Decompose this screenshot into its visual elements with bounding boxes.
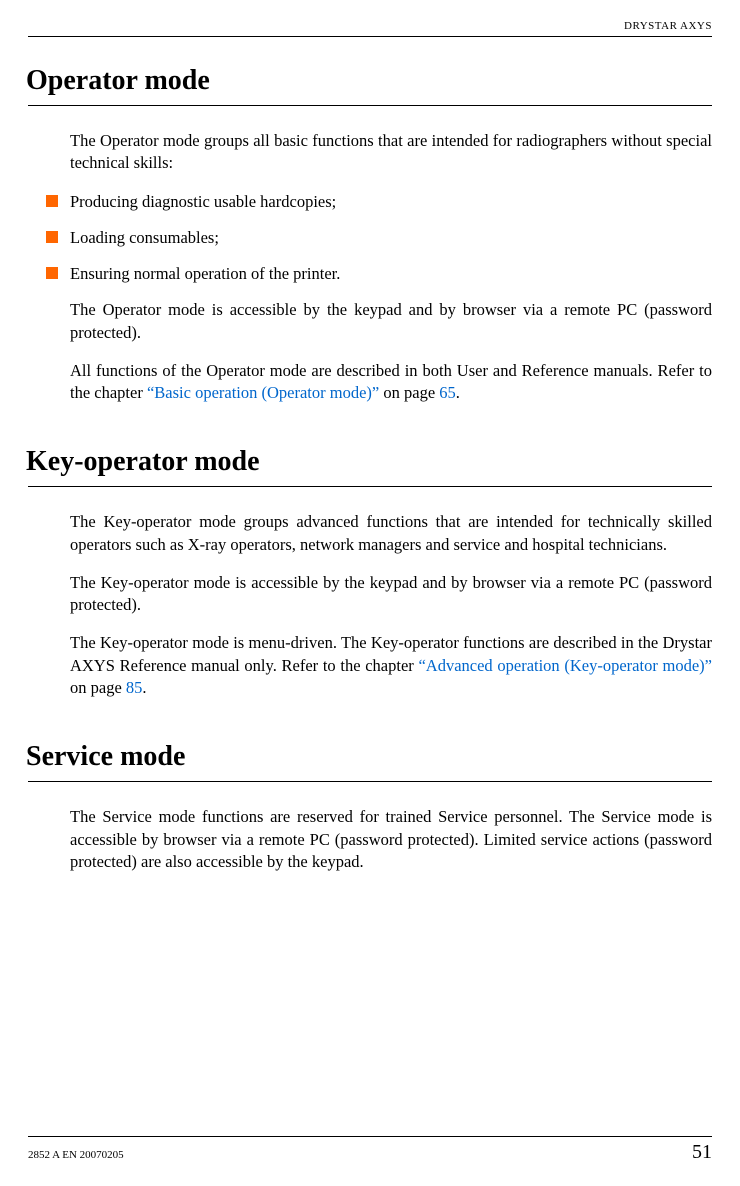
paragraph: The Operator mode is accessible by the k… bbox=[70, 299, 712, 344]
paragraph: The Key-operator mode is accessible by t… bbox=[70, 572, 712, 617]
footer-rule bbox=[28, 1136, 712, 1137]
section-title-operator-mode: Operator mode bbox=[26, 65, 712, 97]
page-number: 51 bbox=[692, 1141, 712, 1164]
list-item: Producing diagnostic usable hardcopies; bbox=[28, 191, 712, 213]
section-title-key-operator-mode: Key-operator mode bbox=[26, 446, 712, 478]
section-rule bbox=[28, 781, 712, 782]
paragraph: The Key-operator mode groups advanced fu… bbox=[70, 511, 712, 556]
paragraph: The Operator mode groups all basic funct… bbox=[70, 130, 712, 175]
xref-page-link[interactable]: 65 bbox=[439, 383, 456, 402]
section-rule bbox=[28, 105, 712, 106]
paragraph: All functions of the Operator mode are d… bbox=[70, 360, 712, 405]
list-item: Loading consumables; bbox=[28, 227, 712, 249]
xref-link-advanced-operation[interactable]: “Advanced operation (Key-operator mode)” bbox=[418, 656, 712, 675]
section-title-service-mode: Service mode bbox=[26, 741, 712, 773]
footer: 2852 A EN 20070205 51 bbox=[28, 1136, 712, 1164]
document-id: 2852 A EN 20070205 bbox=[28, 1149, 124, 1161]
section-rule bbox=[28, 486, 712, 487]
paragraph: The Service mode functions are reserved … bbox=[70, 806, 712, 873]
paragraph: The Key-operator mode is menu-driven. Th… bbox=[70, 632, 712, 699]
bullet-list: Producing diagnostic usable hardcopies; … bbox=[28, 191, 712, 286]
xref-page-link[interactable]: 85 bbox=[126, 678, 143, 697]
list-item: Ensuring normal operation of the printer… bbox=[28, 263, 712, 285]
header-product: DRYSTAR AXYS bbox=[28, 20, 712, 32]
xref-link-basic-operation[interactable]: “Basic operation (Operator mode)” bbox=[147, 383, 379, 402]
header-rule bbox=[28, 36, 712, 37]
